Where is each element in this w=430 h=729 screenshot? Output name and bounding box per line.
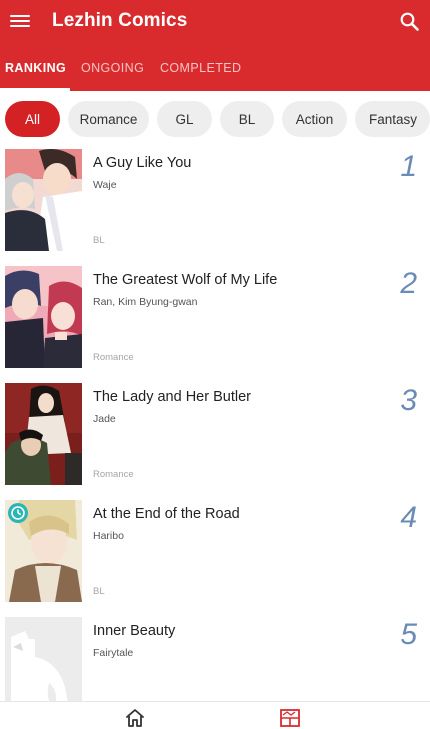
comic-row[interactable]: At the End of the Road Haribo BL 4 xyxy=(0,497,430,614)
tab-ranking[interactable]: RANKING xyxy=(5,61,66,75)
comic-cover xyxy=(5,266,82,368)
bottom-navigation xyxy=(0,701,430,729)
chip-bl[interactable]: BL xyxy=(220,101,274,137)
chip-gl[interactable]: GL xyxy=(157,101,212,137)
comic-title: A Guy Like You xyxy=(93,155,192,171)
rank-number: 4 xyxy=(400,501,417,534)
comic-author: Fairytale xyxy=(93,647,134,659)
app-title: Lezhin Comics xyxy=(52,10,188,31)
comic-row[interactable]: A Guy Like You Waje BL 1 xyxy=(0,146,430,263)
active-tab-indicator xyxy=(0,88,70,91)
comic-title: The Greatest Wolf of My Life xyxy=(93,272,278,288)
comic-cover xyxy=(5,149,82,251)
comic-title: The Lady and Her Butler xyxy=(93,389,251,405)
home-icon[interactable] xyxy=(124,708,146,728)
genre-filter-bar[interactable]: All Romance GL BL Action Fantasy xyxy=(0,99,430,141)
chip-action[interactable]: Action xyxy=(282,101,347,137)
tab-ongoing[interactable]: ONGOING xyxy=(81,61,144,75)
comic-cover xyxy=(5,383,82,485)
comic-genre: Romance xyxy=(93,469,134,480)
rank-number: 3 xyxy=(400,384,417,417)
chip-romance[interactable]: Romance xyxy=(68,101,149,137)
section-tabs: RANKING ONGOING COMPLETED xyxy=(0,52,430,91)
comic-cover-placeholder xyxy=(5,617,82,701)
comic-title: Inner Beauty xyxy=(93,623,176,639)
comic-author: Waje xyxy=(93,179,117,191)
ranking-icon[interactable] xyxy=(279,708,301,728)
comic-author: Jade xyxy=(93,413,116,425)
comic-cover xyxy=(5,500,82,602)
comic-row[interactable]: Inner Beauty Fairytale 5 xyxy=(0,614,430,701)
tab-completed[interactable]: COMPLETED xyxy=(160,61,241,75)
rank-number: 1 xyxy=(400,150,417,183)
menu-icon[interactable] xyxy=(10,11,32,31)
comic-title: At the End of the Road xyxy=(93,506,240,522)
comic-genre: BL xyxy=(93,235,105,246)
comic-genre: Romance xyxy=(93,352,134,363)
comic-list[interactable]: A Guy Like You Waje BL 1 The Greatest Wo… xyxy=(0,146,430,701)
comic-row[interactable]: The Greatest Wolf of My Life Ran, Kim By… xyxy=(0,263,430,380)
clock-icon xyxy=(8,503,28,523)
search-icon[interactable] xyxy=(399,11,421,33)
comic-author: Haribo xyxy=(93,530,124,542)
comic-genre: BL xyxy=(93,586,105,597)
rank-number: 2 xyxy=(400,267,417,300)
rank-number: 5 xyxy=(400,618,417,651)
chip-all[interactable]: All xyxy=(5,101,60,137)
comic-row[interactable]: The Lady and Her Butler Jade Romance 3 xyxy=(0,380,430,497)
chip-fantasy[interactable]: Fantasy xyxy=(355,101,430,137)
app-bar: Lezhin Comics RANKING ONGOING COMPLETED xyxy=(0,0,430,91)
toolbar: Lezhin Comics xyxy=(0,0,430,44)
comic-author: Ran, Kim Byung-gwan xyxy=(93,296,198,308)
